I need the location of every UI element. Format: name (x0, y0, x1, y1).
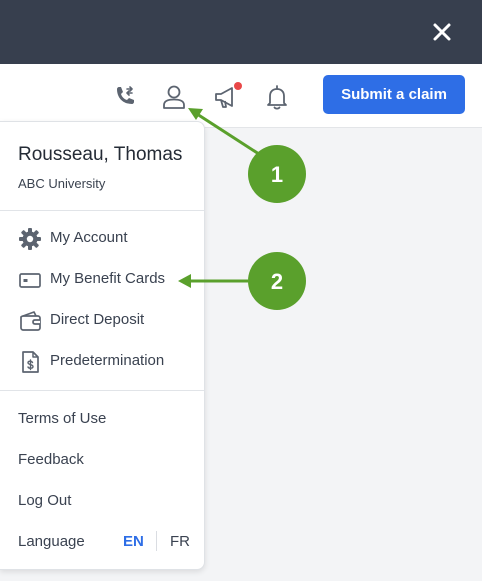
profile-dropdown-menu: Rousseau, Thomas ABC University My Accou… (0, 121, 205, 570)
gear-icon (19, 228, 41, 250)
phone-transfer-icon[interactable] (110, 82, 140, 112)
close-icon[interactable] (428, 18, 456, 46)
notification-dot (234, 82, 242, 90)
menu-item-label: Direct Deposit (50, 311, 145, 328)
menu-item-label: Predetermination (50, 352, 165, 369)
menu-item-predetermination[interactable]: Predetermination (0, 343, 204, 379)
svg-text:1: 1 (271, 162, 283, 187)
document-dollar-icon (22, 351, 39, 373)
menu-item-direct-deposit[interactable]: Direct Deposit (0, 302, 204, 338)
language-option-en[interactable]: EN (123, 533, 144, 550)
annotation-badge-1: 1 (248, 145, 306, 203)
language-option-fr[interactable]: FR (170, 533, 190, 550)
menu-item-label: My Account (50, 229, 128, 246)
divider (0, 390, 204, 391)
divider (0, 210, 204, 211)
language-label: Language (18, 533, 85, 550)
language-separator (156, 531, 157, 551)
bell-icon[interactable] (262, 82, 292, 112)
menu-item-my-benefit-cards[interactable]: My Benefit Cards (0, 261, 204, 297)
user-name: Rousseau, Thomas (18, 144, 183, 165)
user-profile-icon[interactable] (159, 82, 189, 112)
wallet-icon (20, 311, 41, 331)
terms-of-use-link[interactable]: Terms of Use (18, 410, 106, 427)
top-bar (0, 0, 482, 64)
annotation-badge-2: 2 (248, 252, 306, 310)
card-icon (19, 273, 41, 288)
log-out-link[interactable]: Log Out (18, 492, 71, 509)
user-organization: ABC University (18, 176, 106, 191)
megaphone-icon[interactable] (212, 82, 242, 112)
menu-item-label: My Benefit Cards (50, 270, 166, 287)
menu-item-my-account[interactable]: My Account (0, 220, 204, 256)
submit-claim-button[interactable]: Submit a claim (323, 75, 465, 114)
svg-text:2: 2 (271, 269, 283, 294)
feedback-link[interactable]: Feedback (18, 451, 84, 468)
